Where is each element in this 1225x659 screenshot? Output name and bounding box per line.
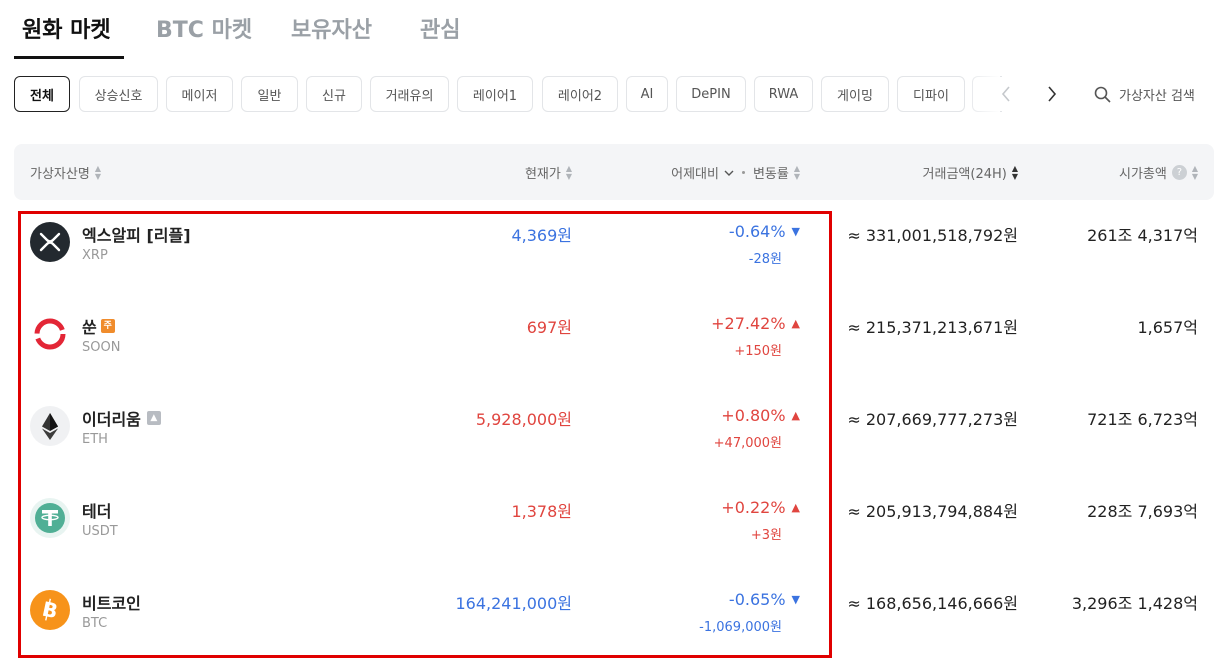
market-tabs: 원화 마켓 BTC 마켓 보유자산 관심	[0, 0, 1225, 60]
col-change-header[interactable]: 어제대비 변동률 ▲ ▼	[671, 163, 800, 182]
filter-ai[interactable]: AI	[626, 76, 668, 112]
change-amount: +47,000원	[713, 436, 782, 451]
chevron-left-icon	[1001, 86, 1010, 102]
table-row[interactable]: 쑨주 SOON 697원 +27.42% ▲ +150원 ≈ 215,371,21…	[14, 292, 1214, 384]
soon-icon	[30, 314, 70, 354]
search-label: 가상자산 검색	[1119, 88, 1195, 104]
change-rate: -0.65% ▼	[728, 590, 800, 609]
trade-volume: ≈ 168,656,146,666원	[847, 594, 1018, 613]
tab-krw-market[interactable]: 원화 마켓	[22, 12, 111, 44]
trade-volume: ≈ 331,001,518,792원	[847, 226, 1018, 245]
coin-symbol: XRP	[82, 248, 108, 263]
change-rate: +27.42% ▲	[711, 314, 800, 333]
filter-caution[interactable]: 거래유의	[370, 76, 449, 112]
current-price: 164,241,000원	[455, 594, 572, 613]
change-amount: +150원	[734, 344, 782, 359]
chip-scroll-right-button[interactable]	[1040, 82, 1064, 106]
trade-volume: ≈ 205,913,794,884원	[847, 502, 1018, 521]
market-cap: 3,296조 1,428억	[1071, 594, 1198, 613]
chevron-down-icon	[724, 170, 734, 176]
market-cap: 261조 4,317억	[1087, 226, 1198, 245]
filter-major[interactable]: 메이저	[166, 76, 233, 112]
caution-badge: 주	[100, 319, 115, 333]
tab-holdings[interactable]: 보유자산	[291, 12, 372, 44]
current-price: 697원	[526, 318, 572, 337]
filter-depin[interactable]: DePIN	[676, 76, 746, 112]
filter-gaming[interactable]: 게이밍	[821, 76, 889, 112]
filter-chips: 전체 상승신호 메이저 일반 신규 거래유의 레이어1 레이어2 AI DePI…	[0, 76, 1225, 112]
search-icon	[1094, 86, 1111, 103]
filter-defi[interactable]: 디파이	[897, 76, 965, 112]
col-price-header[interactable]: 현재가 ▲ ▼	[525, 163, 572, 182]
chevron-right-icon	[1048, 86, 1057, 102]
filter-layer2[interactable]: 레이어2	[542, 76, 618, 112]
eth-icon	[30, 406, 70, 446]
sort-icon: ▲ ▼	[793, 163, 800, 181]
up-triangle-icon: ▲	[791, 501, 800, 514]
col-name-header[interactable]: 가상자산명 ▲ ▼	[30, 163, 101, 182]
filter-all[interactable]: 전체	[14, 76, 70, 112]
separator-dot	[741, 171, 745, 174]
current-price: 1,378원	[511, 502, 572, 521]
xrp-icon	[30, 222, 70, 262]
coin-symbol: USDT	[82, 524, 118, 539]
sort-desc-icon: ▲ ▼	[1011, 163, 1018, 181]
change-amount: +3원	[750, 528, 782, 543]
coin-name[interactable]: 테더	[82, 498, 111, 522]
table-row[interactable]: 엑스알피 [리플] XRP 4,369원 -0.64% ▼ -28원 ≈ 331,…	[14, 200, 1214, 292]
coin-name[interactable]: 엑스알피 [리플]	[82, 222, 191, 246]
filter-rising-signal[interactable]: 상승신호	[79, 76, 158, 112]
asset-search-button[interactable]: 가상자산 검색	[1094, 82, 1195, 106]
btc-icon: B	[30, 590, 70, 630]
up-triangle-icon: ▲	[791, 317, 800, 330]
market-cap: 228조 7,693억	[1087, 502, 1198, 521]
trade-volume: ≈ 215,371,213,671원	[847, 318, 1018, 337]
table-row[interactable]: 이더리움 ▲ ETH 5,928,000원 +0.80% ▲ +47,000원 ≈ …	[14, 384, 1214, 476]
filter-new[interactable]: 신규	[306, 76, 362, 112]
change-rate: +0.22% ▲	[721, 498, 800, 517]
coin-symbol: SOON	[82, 340, 121, 355]
table-header: 가상자산명 ▲ ▼ 현재가 ▲ ▼ 어제대비 변동률 ▲ ▼ 거래금액(24H) ▲ ▼ 시가총…	[14, 144, 1214, 200]
tab-btc-market[interactable]: BTC 마켓	[156, 12, 252, 44]
filter-layer1[interactable]: 레이어1	[457, 76, 533, 112]
chip-scroll-left-button[interactable]	[994, 82, 1018, 106]
change-rate: +0.80% ▲	[721, 406, 800, 425]
down-triangle-icon: ▼	[791, 593, 800, 606]
table-row[interactable]: 테더 USDT 1,378원 +0.22% ▲ +3원 ≈ 205,913,794…	[14, 476, 1214, 568]
usdt-icon	[30, 498, 70, 538]
change-amount: -28원	[748, 252, 782, 267]
market-cap: 721조 6,723억	[1087, 410, 1198, 429]
filter-general[interactable]: 일반	[241, 76, 298, 112]
sort-icon: ▲ ▼	[1191, 163, 1198, 181]
active-tab-underline	[14, 56, 124, 59]
up-triangle-icon: ▲	[791, 409, 800, 422]
change-rate: -0.64% ▼	[728, 222, 800, 241]
table-row[interactable]: B 비트코인 BTC 164,241,000원 -0.65% ▼ -1,069,0…	[14, 568, 1214, 659]
coin-name[interactable]: 이더리움 ▲	[82, 406, 161, 430]
coin-symbol: ETH	[82, 432, 108, 447]
tab-favorites[interactable]: 관심	[420, 12, 460, 44]
trade-volume: ≈ 207,669,777,273원	[847, 410, 1018, 429]
current-price: 4,369원	[511, 226, 572, 245]
warning-badge-icon: ▲	[146, 411, 161, 425]
change-basis-select[interactable]: 어제대비	[671, 163, 719, 182]
coin-name[interactable]: 비트코인	[82, 590, 141, 614]
coin-symbol: BTC	[82, 616, 108, 631]
coin-name[interactable]: 쑨주	[82, 314, 115, 338]
sort-icon: ▲ ▼	[565, 163, 572, 181]
down-triangle-icon: ▼	[791, 225, 800, 238]
help-icon[interactable]: ?	[1171, 165, 1187, 180]
change-amount: -1,069,000원	[699, 620, 782, 635]
market-cap: 1,657억	[1137, 318, 1198, 337]
col-volume-header[interactable]: 거래금액(24H) ▲ ▼	[923, 163, 1018, 182]
sort-icon: ▲ ▼	[94, 163, 101, 181]
filter-rwa[interactable]: RWA	[754, 76, 813, 112]
current-price: 5,928,000원	[475, 410, 572, 429]
col-marketcap-header[interactable]: 시가총액? ▲ ▼	[1119, 163, 1198, 182]
